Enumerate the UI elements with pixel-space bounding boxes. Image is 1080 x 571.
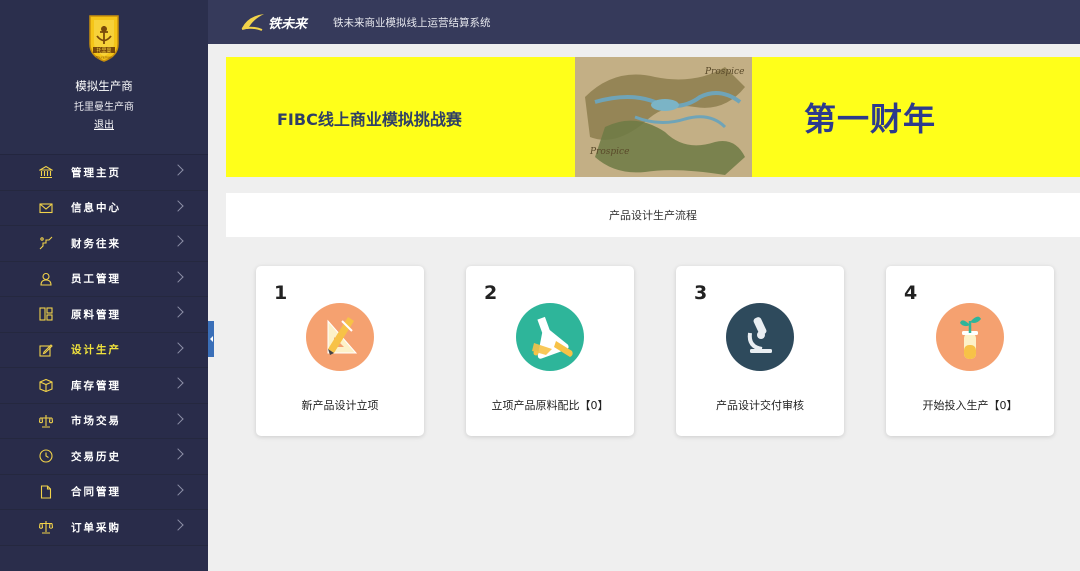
step-label: 立项产品原料配比【0】 <box>491 399 609 412</box>
chevron-right-icon <box>172 306 184 318</box>
caret-left-icon <box>209 336 213 342</box>
document-icon <box>39 485 53 499</box>
section-header: 产品设计生产流程 <box>226 193 1080 237</box>
swoosh-icon <box>241 14 264 31</box>
step-card-material-ratio[interactable]: 2 立项产品原料配比【0】 <box>466 266 634 436</box>
step-number: 2 <box>484 282 498 304</box>
sidebar-item-label: 库存管理 <box>71 379 121 392</box>
company-logo: 托里曼 Toureman <box>86 14 122 62</box>
sidebar-item-trade-history[interactable]: 交易历史 <box>0 439 208 475</box>
sidebar: 托里曼 Toureman 模拟生产商 托里曼生产商 退出 管理主页 信息中心 财… <box>0 0 208 571</box>
chevron-right-icon <box>172 341 184 354</box>
step-label: 开始投入生产【0】 <box>922 399 1018 412</box>
bank-icon <box>39 165 53 179</box>
svg-text:Prospice: Prospice <box>589 147 629 157</box>
step-number: 3 <box>694 282 708 304</box>
chevron-right-icon <box>172 412 184 425</box>
banner-map-image: Prospice Prospice <box>575 57 752 177</box>
flask-icon <box>516 303 584 371</box>
plant-tube-icon <box>936 303 1004 371</box>
sidebar-item-label: 交易历史 <box>71 450 121 463</box>
sidebar-item-label: 信息中心 <box>71 202 121 215</box>
sidebar-menu: 管理主页 信息中心 财务往来 员工管理 原料管理 设计生产 库存管理 市场交易 … <box>0 155 208 546</box>
sidebar-item-label: 管理主页 <box>71 166 121 179</box>
section-title: 产品设计生产流程 <box>609 209 697 222</box>
step-number: 1 <box>274 282 288 304</box>
sidebar-item-staff[interactable]: 员工管理 <box>0 261 208 297</box>
profile-panel: 托里曼 Toureman 模拟生产商 托里曼生产商 退出 <box>0 0 208 155</box>
banner-title: FIBC线上商业模拟挑战赛 <box>277 110 462 129</box>
chevron-right-icon <box>172 519 184 531</box>
logout-link[interactable]: 退出 <box>94 116 114 131</box>
chevron-right-icon <box>172 448 184 460</box>
sidebar-item-label: 订单采购 <box>71 521 121 534</box>
chevron-right-icon <box>172 164 184 176</box>
sidebar-item-label: 员工管理 <box>71 273 121 286</box>
brand-logo: 铁未来 <box>240 12 307 32</box>
sidebar-item-management-home[interactable]: 管理主页 <box>0 155 208 191</box>
sidebar-item-order-purchase[interactable]: 订单采购 <box>0 510 208 546</box>
sidebar-item-finance[interactable]: 财务往来 <box>0 226 208 262</box>
chevron-right-icon <box>172 199 184 212</box>
step-card-design-review[interactable]: 3 产品设计交付审核 <box>676 266 844 436</box>
svg-text:Toureman: Toureman <box>95 56 112 60</box>
scale-icon <box>39 414 53 428</box>
clock-icon <box>39 449 53 463</box>
edit-icon <box>39 343 53 357</box>
sidebar-item-label: 合同管理 <box>71 486 121 499</box>
ruler-icon <box>306 303 374 371</box>
sidebar-item-inventory[interactable]: 库存管理 <box>0 368 208 404</box>
box-icon <box>39 378 53 393</box>
company-subtitle: 托里曼生产商 <box>74 102 134 113</box>
sidebar-item-label: 财务往来 <box>71 237 121 250</box>
chevron-right-icon <box>172 483 184 496</box>
stairs-icon <box>39 236 53 250</box>
grid-icon <box>39 307 53 321</box>
step-label: 新产品设计立项 <box>301 399 379 412</box>
balance-icon <box>39 520 53 534</box>
banner: FIBC线上商业模拟挑战赛 Prospice Prospice 第一财年 <box>226 57 1080 177</box>
sidebar-item-label: 原料管理 <box>71 308 121 321</box>
chevron-right-icon <box>172 235 184 247</box>
system-title: 铁未来商业模拟线上运营结算系统 <box>333 16 491 29</box>
svg-text:托里曼: 托里曼 <box>96 47 111 54</box>
microscope-icon <box>726 303 794 371</box>
sidebar-item-materials[interactable]: 原料管理 <box>0 297 208 333</box>
sidebar-item-contracts[interactable]: 合同管理 <box>0 474 208 510</box>
top-bar: 铁未来 铁未来商业模拟线上运营结算系统 <box>208 0 1080 44</box>
sidebar-item-design-production[interactable]: 设计生产 <box>0 332 208 368</box>
sidebar-item-label: 设计生产 <box>71 344 121 357</box>
sidebar-collapse-toggle[interactable] <box>208 321 214 357</box>
chevron-right-icon <box>172 377 184 389</box>
mail-icon <box>39 201 53 215</box>
svg-text:Prospice: Prospice <box>704 67 744 77</box>
chevron-right-icon <box>172 270 184 283</box>
step-number: 4 <box>904 282 918 304</box>
sidebar-item-info-center[interactable]: 信息中心 <box>0 190 208 226</box>
step-label: 产品设计交付审核 <box>716 399 804 412</box>
fiscal-year-title: 第一财年 <box>804 100 937 138</box>
step-card-start-production[interactable]: 4 开始投入生产【0】 <box>886 266 1054 436</box>
user-icon <box>39 272 53 286</box>
company-name: 模拟生产商 <box>75 79 133 93</box>
sidebar-item-market-trade[interactable]: 市场交易 <box>0 403 208 439</box>
sidebar-item-label: 市场交易 <box>71 415 121 428</box>
step-card-new-design[interactable]: 1 新产品设计立项 <box>256 266 424 436</box>
brand-text: 铁未来 <box>268 16 308 32</box>
